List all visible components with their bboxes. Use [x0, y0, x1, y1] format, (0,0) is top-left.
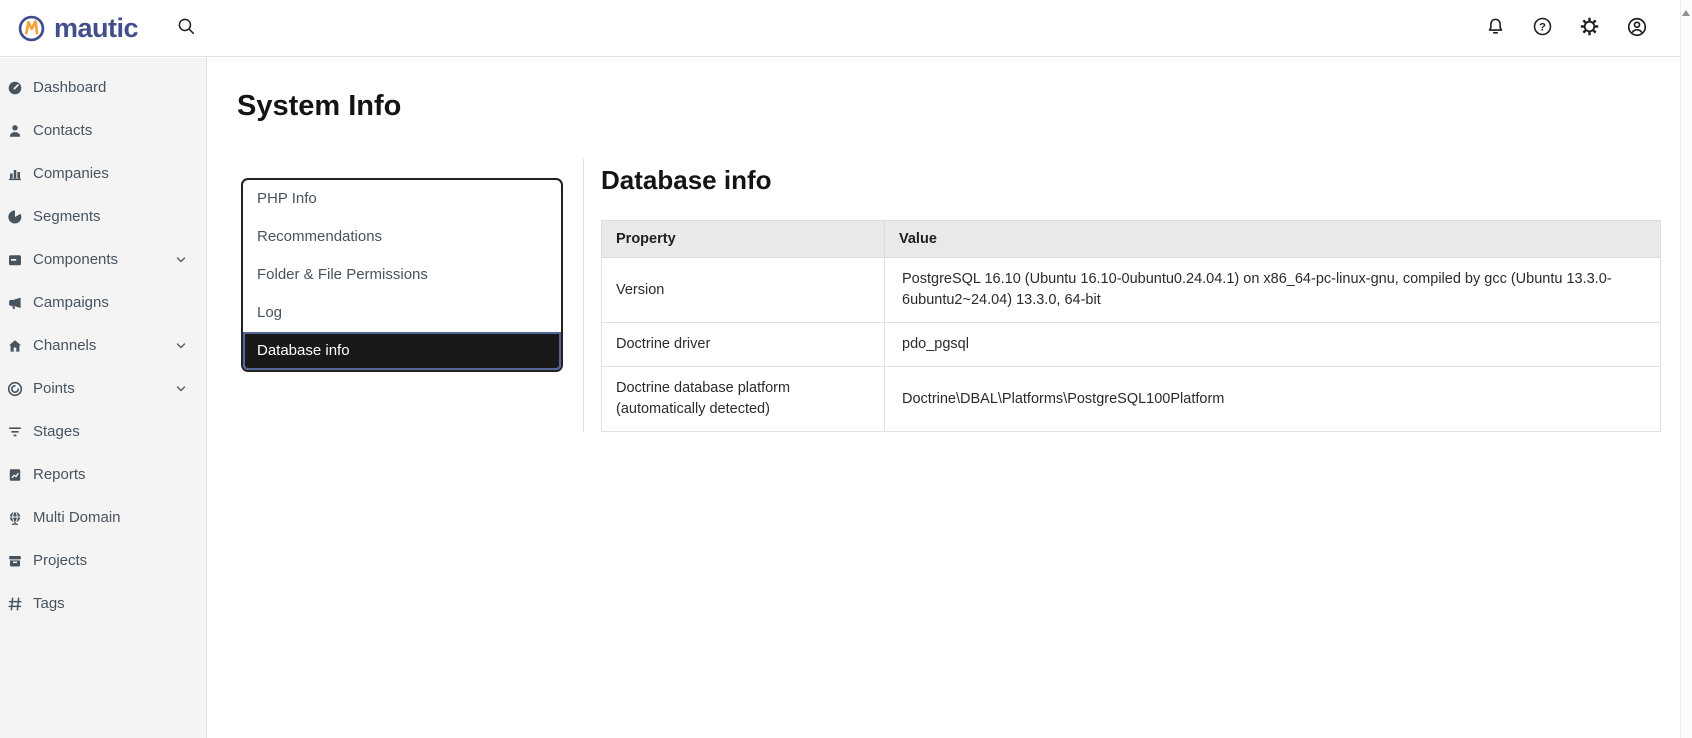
main-content: System Info PHP Info Recommendations Folde…: [208, 0, 1692, 433]
sidebar-item-label: Tags: [33, 595, 65, 612]
search-button[interactable]: [176, 16, 197, 40]
sidebar-item-projects[interactable]: Projects: [0, 539, 206, 582]
value-cell: Doctrine\DBAL\Platforms\PostgreSQL100Pla…: [884, 366, 1661, 433]
help-icon: ?: [1532, 16, 1553, 40]
stages-icon: [6, 424, 23, 440]
table-header-property: Property: [601, 220, 885, 258]
account-icon: [1626, 16, 1648, 41]
contacts-icon: [6, 123, 23, 139]
page-title: System Info: [237, 90, 402, 122]
sidebar-item-label: Components: [33, 251, 119, 268]
notifications-icon: [1485, 16, 1506, 40]
sidebar-item-label: Stages: [33, 423, 80, 440]
logo-text: mautic: [54, 12, 139, 43]
account-button[interactable]: [1626, 16, 1648, 41]
sidebar-item-segments[interactable]: Segments: [0, 195, 206, 238]
reports-icon: [6, 467, 23, 483]
table-row: Version PostgreSQL 16.10 (Ubuntu 16.10-0u…: [601, 256, 1661, 324]
system-info-tab-list: PHP Info Recommendations Folder & File Per…: [241, 178, 563, 372]
tab-log[interactable]: Log: [243, 294, 561, 332]
sidebar-item-campaigns[interactable]: Campaigns: [0, 281, 206, 324]
sidebar-item-reports[interactable]: Reports: [0, 453, 206, 496]
topbar-actions: ?: [1485, 16, 1648, 41]
topbar: mautic ?: [0, 0, 1692, 57]
sidebar-item-stages[interactable]: Stages: [0, 410, 206, 453]
sidebar-item-label: Companies: [33, 165, 109, 182]
settings-button[interactable]: [1579, 16, 1600, 40]
sidebar-item-multi-domain[interactable]: Multi Domain: [0, 496, 206, 539]
tab-php-info[interactable]: PHP Info: [243, 180, 561, 218]
scroll-up-arrow[interactable]: [1682, 10, 1690, 16]
chevron-down-icon: [175, 383, 187, 395]
mautic-logo-icon: [18, 15, 45, 42]
sidebar-item-components[interactable]: Components: [0, 238, 206, 281]
multidomain-icon: [6, 510, 23, 526]
sidebar-item-channels[interactable]: Channels: [0, 324, 206, 367]
sidebar-item-label: Channels: [33, 337, 97, 354]
components-icon: [6, 252, 23, 268]
points-icon: [6, 381, 23, 397]
value-cell: pdo_pgsql: [884, 322, 1661, 368]
chevron-down-icon: [175, 254, 187, 266]
property-cell: Doctrine database platform (automaticall…: [601, 366, 885, 433]
tab-recommendations[interactable]: Recommendations: [243, 218, 561, 256]
database-info-table: Property Value Version PostgreSQL 16.10 (U…: [601, 220, 1661, 433]
property-cell: Version: [601, 256, 885, 324]
system-info-panel: PHP Info Recommendations Folder & File Per…: [237, 159, 1692, 433]
sidebar-item-label: Projects: [33, 552, 88, 569]
tab-database-info[interactable]: Database info: [243, 332, 561, 370]
chevron-down-icon: [175, 340, 187, 352]
search-icon: [176, 16, 197, 40]
sidebar-item-label: Campaigns: [33, 294, 109, 311]
sidebar-item-label: Reports: [33, 466, 86, 483]
projects-icon: [6, 553, 23, 569]
sidebar-item-companies[interactable]: Companies: [0, 152, 206, 195]
tags-icon: [6, 596, 23, 612]
channels-icon: [6, 338, 23, 354]
campaigns-icon: [6, 295, 23, 311]
section-heading: Database info: [601, 165, 772, 195]
companies-icon: [6, 166, 23, 182]
sidebar-item-dashboard[interactable]: Dashboard: [0, 66, 206, 109]
sidebar-item-tags[interactable]: Tags: [0, 582, 206, 625]
svg-text:?: ?: [1539, 21, 1546, 33]
property-cell: Doctrine driver: [601, 322, 885, 368]
sidebar-item-label: Segments: [33, 208, 101, 225]
notifications-button[interactable]: [1485, 16, 1506, 40]
table-row: Doctrine database platform (automaticall…: [601, 366, 1661, 433]
sidebar-item-contacts[interactable]: Contacts: [0, 109, 206, 152]
sidebar-item-label: Points: [33, 380, 75, 397]
value-cell: PostgreSQL 16.10 (Ubuntu 16.10-0ubuntu0.…: [884, 256, 1661, 324]
settings-icon: [1579, 16, 1600, 40]
table-header-value: Value: [884, 220, 1661, 258]
table-row: Doctrine driver pdo_pgsql: [601, 322, 1661, 368]
database-info-pane: Database info Property Value Version Postg…: [583, 159, 1692, 433]
help-button[interactable]: ?: [1532, 16, 1553, 40]
sidebar-item-label: Dashboard: [33, 79, 107, 96]
dashboard-icon: [6, 80, 23, 96]
sidebar-item-label: Multi Domain: [33, 509, 121, 526]
segments-icon: [6, 209, 23, 225]
scrollbar[interactable]: [1680, 0, 1692, 738]
mautic-logo[interactable]: mautic: [18, 12, 139, 44]
sidebar-item-points[interactable]: Points: [0, 367, 206, 410]
sidebar: Dashboard Contacts Companies Segments Compon…: [0, 58, 207, 738]
sidebar-item-label: Contacts: [33, 122, 93, 139]
tab-folder-file-permissions[interactable]: Folder & File Permissions: [243, 256, 561, 294]
